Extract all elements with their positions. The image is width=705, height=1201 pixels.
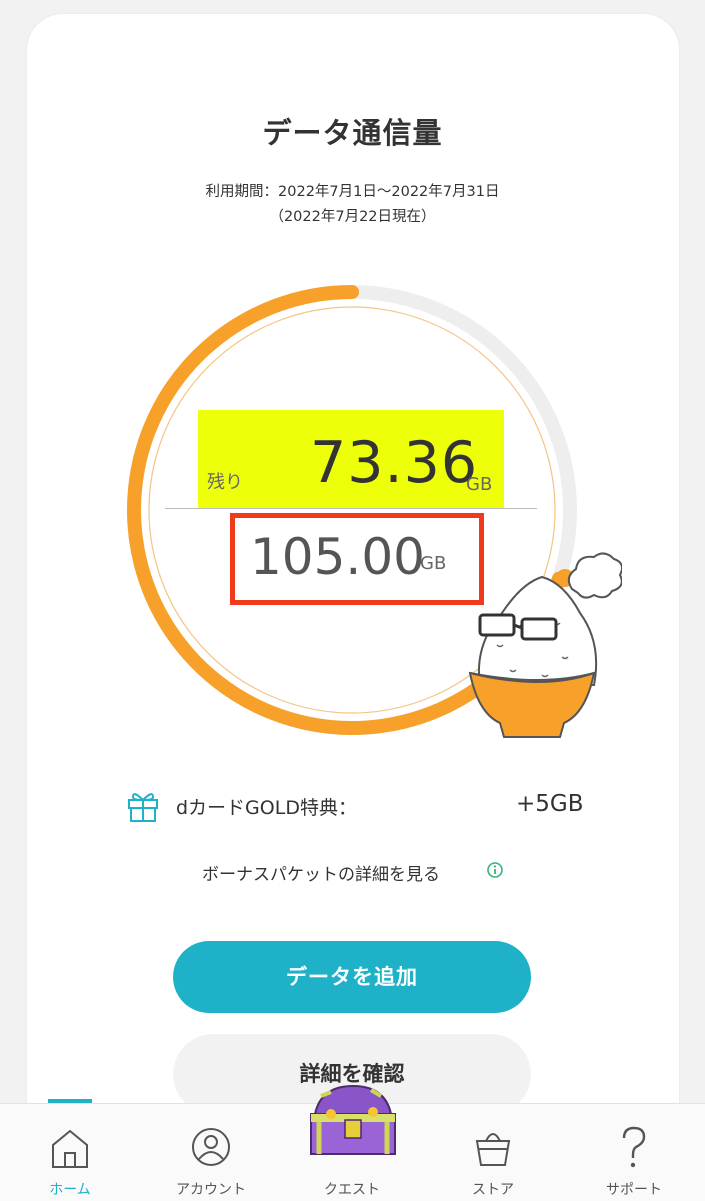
- info-icon[interactable]: [487, 862, 503, 878]
- home-icon: [52, 1129, 88, 1168]
- account-icon: [192, 1128, 230, 1166]
- tab-store-label: ストア: [472, 1182, 514, 1198]
- rice-bowl-mascot-icon: [468, 552, 622, 738]
- tab-account[interactable]: アカウント: [151, 1103, 271, 1200]
- basket-icon: [475, 1133, 511, 1166]
- gift-icon: [128, 793, 158, 822]
- remaining-unit: GB: [466, 474, 493, 495]
- tab-quest-label: クエスト: [324, 1182, 380, 1198]
- remaining-label: 残り: [207, 472, 243, 493]
- benefit-label: dカードGOLD特典：: [176, 797, 357, 819]
- gauge-divider: [165, 508, 537, 509]
- tab-support[interactable]: サポート: [574, 1103, 694, 1200]
- total-unit: GB: [420, 553, 447, 574]
- tab-support-label: サポート: [606, 1182, 662, 1198]
- remaining-value: 73.36: [310, 430, 479, 496]
- treasure-chest-icon[interactable]: [301, 1080, 405, 1160]
- add-data-button[interactable]: データを追加: [173, 941, 531, 1013]
- tab-home[interactable]: ホーム: [10, 1103, 130, 1200]
- tab-store[interactable]: ストア: [433, 1103, 553, 1200]
- question-icon: [622, 1126, 646, 1168]
- benefit-value: +5GB: [516, 791, 584, 817]
- tab-home-label: ホーム: [49, 1182, 91, 1198]
- bonus-packet-details-link[interactable]: ボーナスパケットの詳細を見る: [202, 860, 440, 885]
- tab-account-label: アカウント: [176, 1182, 246, 1198]
- total-value: 105.00: [250, 528, 425, 586]
